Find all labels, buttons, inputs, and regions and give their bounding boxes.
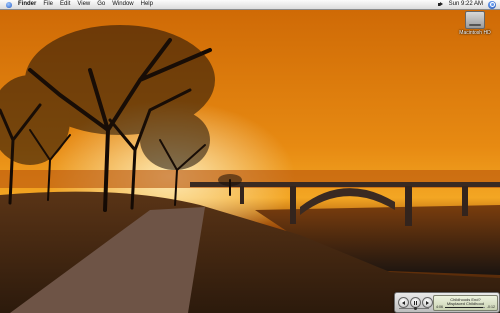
track-progress-bar[interactable]: [445, 307, 485, 308]
next-button[interactable]: [422, 297, 433, 308]
speaker-icon[interactable]: [437, 2, 444, 7]
spotlight-icon[interactable]: [488, 0, 496, 9]
pause-icon: [414, 300, 417, 305]
volume-knob[interactable]: [414, 307, 417, 310]
itunes-mini-player[interactable]: Childhoods End? Misplaced Childhood 4:06…: [394, 292, 500, 313]
volume-slider[interactable]: [399, 307, 429, 310]
menu-go[interactable]: Go: [97, 0, 105, 9]
menu-view[interactable]: View: [77, 0, 90, 9]
desktop-icon-macintosh-hd[interactable]: Macintosh HD: [452, 10, 498, 36]
menu-window[interactable]: Window: [112, 0, 133, 9]
menu-edit[interactable]: Edit: [60, 0, 70, 9]
apple-menu-icon[interactable]: [6, 1, 12, 8]
hard-drive-icon: [465, 11, 485, 29]
menu-finder[interactable]: Finder: [18, 0, 36, 9]
track-progress-fill: [445, 307, 483, 308]
previous-icon: [402, 300, 405, 305]
menu-bar: Finder File Edit View Go Window Help Sun…: [0, 0, 500, 10]
desktop-wallpaper: [0, 10, 500, 313]
desktop-icon-label: Macintosh HD: [459, 30, 491, 36]
menu-file[interactable]: File: [43, 0, 53, 9]
menu-clock[interactable]: Sun 9:22 AM: [449, 0, 483, 9]
time-elapsed: 4:06: [436, 305, 443, 309]
menu-extras: Sun 9:22 AM: [437, 0, 496, 9]
time-remaining: -0:12: [486, 305, 495, 309]
next-icon: [426, 300, 429, 305]
menu-help[interactable]: Help: [141, 0, 153, 9]
player-display: Childhoods End? Misplaced Childhood 4:06…: [433, 295, 498, 311]
previous-button[interactable]: [398, 297, 409, 308]
